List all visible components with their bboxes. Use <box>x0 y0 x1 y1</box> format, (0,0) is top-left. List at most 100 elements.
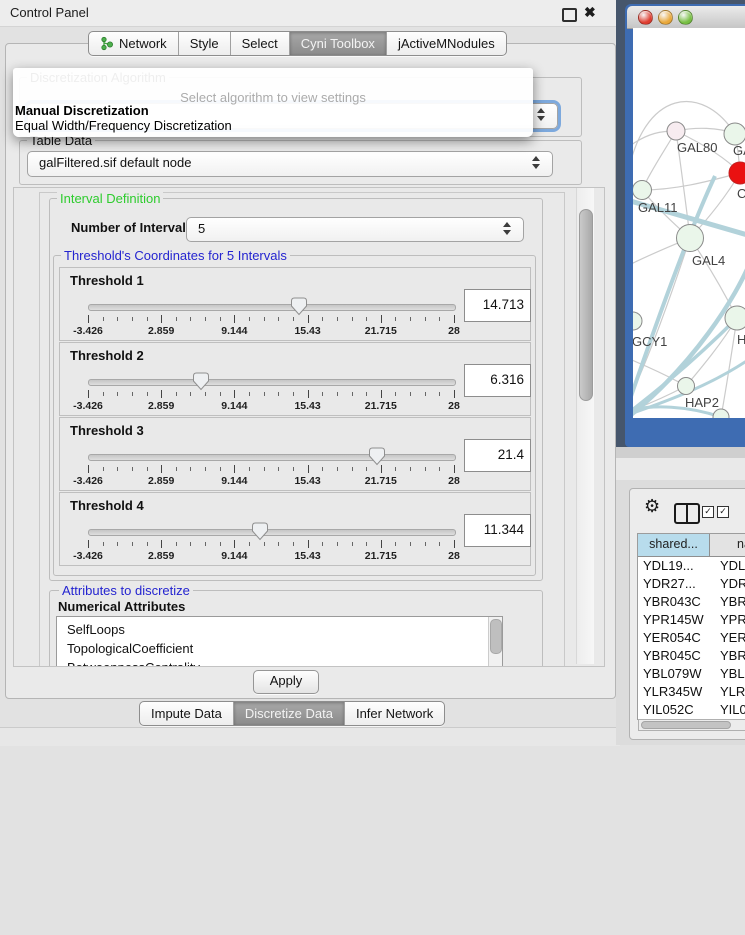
network-edge[interactable] <box>642 173 740 190</box>
algorithm-option[interactable]: Equal Width/Frequency Discretization <box>13 118 535 133</box>
table-row[interactable]: YDL19...YDL1 <box>638 557 745 575</box>
tab-label: Style <box>190 36 219 51</box>
tick-mark <box>147 542 148 546</box>
tab-infer-network[interactable]: Infer Network <box>345 702 444 725</box>
slider-tick-labels: -3.4262.8599.14415.4321.71528 <box>88 400 454 412</box>
threshold-panel: Threshold 4 -3.4262.8599.14415.4321.7152… <box>59 492 531 566</box>
minimize-light[interactable] <box>658 10 673 25</box>
tick-mark <box>249 542 250 546</box>
checkbox-icon: ✓ <box>717 506 729 518</box>
table-cell: YBR0 <box>715 593 745 611</box>
table-row[interactable]: YER054CYER0 <box>638 629 745 647</box>
tick-mark <box>352 392 353 396</box>
columns-icon[interactable] <box>674 503 700 524</box>
tab-network[interactable]: Network <box>89 32 179 55</box>
network-window-titlebar[interactable] <box>627 6 745 29</box>
tick-mark <box>234 315 235 323</box>
tick-mark <box>439 317 440 321</box>
tab-select[interactable]: Select <box>231 32 290 55</box>
tab-impute-data[interactable]: Impute Data <box>140 702 234 725</box>
threshold-value-field[interactable]: 11.344 <box>464 514 531 547</box>
close-icon[interactable]: ✖ <box>584 4 596 21</box>
scrollbar-thumb[interactable] <box>579 209 593 401</box>
table-row[interactable]: YBR043CYBR0 <box>638 593 745 611</box>
network-node[interactable] <box>633 312 642 330</box>
node-table: shared... na YDL19...YDL1YDR27...YDR2YBR… <box>637 533 745 720</box>
tick-mark <box>88 315 89 323</box>
threshold-slider[interactable] <box>88 304 454 312</box>
stepper-arrows-icon[interactable] <box>537 108 547 122</box>
table-horizontal-scrollbar[interactable] <box>638 719 745 731</box>
attribute-item[interactable]: SelfLoops <box>57 617 502 639</box>
table-row[interactable]: YPR145WYPR1 <box>638 611 745 629</box>
close-light[interactable] <box>638 10 653 25</box>
tick-mark <box>395 392 396 396</box>
table-data-combobox[interactable]: galFiltered.sif default node <box>27 151 553 177</box>
tick-mark <box>425 317 426 321</box>
tick-mark <box>132 392 133 396</box>
threshold-panel: Threshold 2 -3.4262.8599.14415.4321.7152… <box>59 342 531 416</box>
gear-icon[interactable]: ⚙ <box>644 497 660 515</box>
threshold-slider[interactable] <box>88 454 454 462</box>
network-node[interactable] <box>677 225 704 252</box>
table-row[interactable]: YDR27...YDR2 <box>638 575 745 593</box>
threshold-value-field[interactable]: 21.4 <box>464 439 531 472</box>
stepper-arrows-icon[interactable] <box>503 222 513 236</box>
slider-track[interactable] <box>88 454 456 461</box>
stepper-arrows-icon[interactable] <box>532 156 542 170</box>
column-header-shared-name[interactable]: shared... <box>638 534 710 556</box>
network-node[interactable] <box>633 181 652 200</box>
network-node[interactable] <box>724 123 745 145</box>
scrollbar-thumb[interactable] <box>490 619 502 654</box>
tab-discretize-data[interactable]: Discretize Data <box>234 702 345 725</box>
threshold-slider[interactable] <box>88 529 454 537</box>
zoom-light[interactable] <box>678 10 693 25</box>
table-cell: YER054C <box>638 629 715 647</box>
slider-track[interactable] <box>88 379 456 386</box>
tick-mark <box>220 542 221 546</box>
tick-mark <box>234 390 235 398</box>
attribute-item[interactable]: TopologicalCoefficient <box>57 639 502 658</box>
tick-mark <box>425 542 426 546</box>
table-row[interactable]: YBR045CYBR0 <box>638 647 745 665</box>
table-row[interactable]: YBL079WYBL0 <box>638 665 745 683</box>
network-edge[interactable] <box>642 131 676 190</box>
threshold-slider[interactable] <box>88 379 454 387</box>
slider-track[interactable] <box>88 304 456 311</box>
select-columns-icon[interactable]: ✓ ✓ <box>702 506 729 518</box>
tick-mark <box>117 317 118 321</box>
threshold-value-field[interactable]: 6.316 <box>464 364 531 397</box>
network-node[interactable] <box>667 122 685 140</box>
table-row[interactable]: YIL052CYIL0 <box>638 701 745 719</box>
tick-mark <box>308 315 309 323</box>
tick-mark <box>381 540 382 548</box>
threshold-value-field[interactable]: 14.713 <box>464 289 531 322</box>
tick-mark <box>322 317 323 321</box>
tick-label: 21.715 <box>365 550 397 562</box>
network-node[interactable] <box>713 409 729 418</box>
network-canvas[interactable]: GAL80GAGAL11CGAL4HGCY1HAP2 <box>633 28 745 418</box>
attributes-list[interactable]: SelfLoopsTopologicalCoefficientBetweenne… <box>56 616 503 667</box>
float-icon[interactable] <box>562 8 577 22</box>
tab-style[interactable]: Style <box>179 32 231 55</box>
network-node[interactable] <box>678 378 695 395</box>
slider-track[interactable] <box>88 529 456 536</box>
tick-mark <box>337 467 338 471</box>
tab-jactivemnodules[interactable]: jActiveMNodules <box>387 32 506 55</box>
algorithm-option[interactable]: Manual Discretization <box>13 103 535 118</box>
number-of-intervals-spinner[interactable]: 5 <box>186 217 524 242</box>
network-graph[interactable]: GAL80GAGAL11CGAL4HGCY1HAP2 <box>633 28 745 418</box>
attributes-list-scrollbar[interactable] <box>488 617 502 667</box>
tab-cyni-toolbox[interactable]: Cyni Toolbox <box>290 32 387 55</box>
control-panel-tabs: Network Style SelectCyni ToolboxjActiveMNo… <box>88 31 507 56</box>
settings-vertical-scrollbar[interactable] <box>576 188 594 664</box>
table-row[interactable]: YLR345WYLR3 <box>638 683 745 701</box>
scrollbar-thumb[interactable] <box>641 721 731 729</box>
column-header-name[interactable]: na <box>710 534 745 556</box>
network-node[interactable] <box>725 306 745 330</box>
attribute-item[interactable]: BetweennessCentrality <box>57 658 502 667</box>
apply-button[interactable]: Apply <box>253 670 319 694</box>
tick-mark <box>176 392 177 396</box>
tick-label: -3.426 <box>73 325 103 337</box>
table-cell: YBR043C <box>638 593 715 611</box>
